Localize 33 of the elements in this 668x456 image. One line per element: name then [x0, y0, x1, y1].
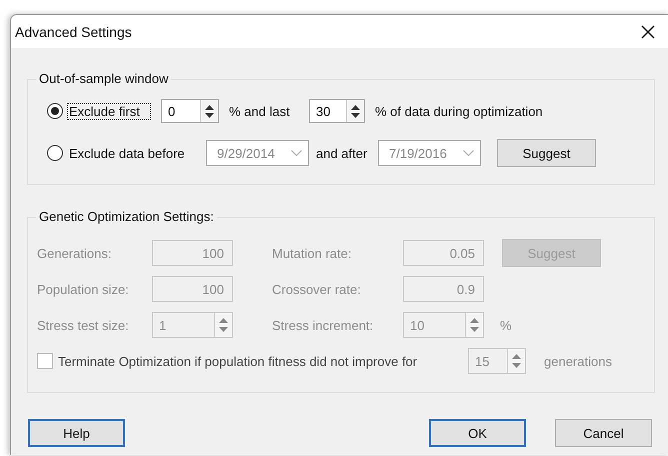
up-arrow-icon[interactable] [351, 104, 360, 110]
unit-label: % [500, 318, 512, 332]
field-label: Population size: [37, 282, 130, 296]
up-arrow-icon[interactable] [205, 104, 214, 110]
field-label: % and last [229, 104, 291, 118]
group-title: Genetic Optimization Settings: [36, 209, 217, 225]
field-label: and after [316, 146, 368, 160]
radio-button[interactable] [47, 103, 63, 119]
group-title: Out-of-sample window [36, 71, 172, 87]
radio-label[interactable]: Exclude data before [67, 144, 202, 162]
date-picker[interactable]: 7/19/2016 [378, 140, 481, 166]
number-spinner[interactable]: 30 [309, 99, 365, 123]
unit-label: generations [544, 354, 612, 368]
field-label: % of data during optimization [375, 104, 543, 118]
chevron-down-icon [463, 150, 474, 156]
field-label: Crossover rate: [272, 282, 362, 296]
dialog-button[interactable]: Help [28, 419, 125, 447]
field-label: Stress test size: [37, 318, 130, 332]
number-spinner[interactable]: 0 [161, 99, 219, 123]
down-arrow-icon[interactable] [205, 112, 214, 118]
down-arrow-icon[interactable] [351, 112, 360, 118]
suggest-button[interactable]: Suggest [497, 139, 596, 167]
dialog-button[interactable]: Cancel [555, 419, 652, 447]
dialog-button[interactable]: OK [429, 419, 526, 447]
field-label: Stress increment: [272, 318, 374, 332]
field-label: Generations: [37, 246, 112, 260]
chevron-down-icon [291, 150, 302, 156]
field-label: Mutation rate: [272, 246, 352, 260]
radio-label[interactable]: Exclude first [67, 102, 151, 120]
window-title: Advanced Settings [15, 24, 132, 40]
close-icon[interactable] [640, 24, 656, 40]
radio-button[interactable] [47, 145, 63, 161]
date-picker[interactable]: 9/29/2014 [206, 140, 309, 166]
